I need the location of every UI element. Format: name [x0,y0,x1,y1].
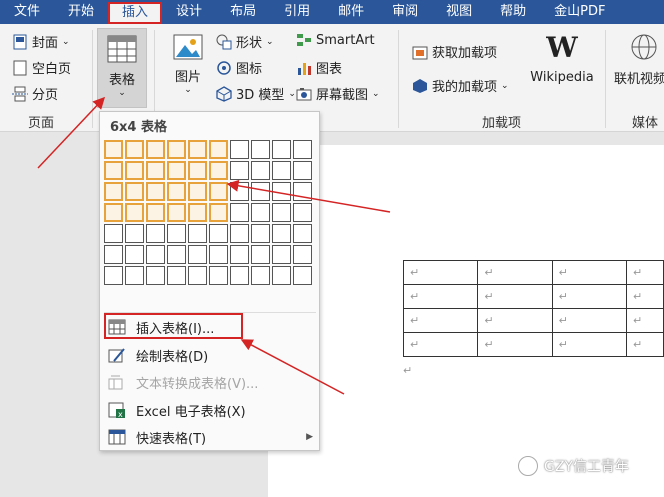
watermark: GZY信工青年 [518,456,629,476]
watermark-text: GZY信工青年 [544,459,629,475]
arrow-to-grid-selection [226,179,391,213]
arrow-to-insert-table [240,339,345,395]
wechat-logo-icon [518,456,538,476]
annotation-arrows [37,96,391,395]
arrow-to-table-button [37,96,106,169]
